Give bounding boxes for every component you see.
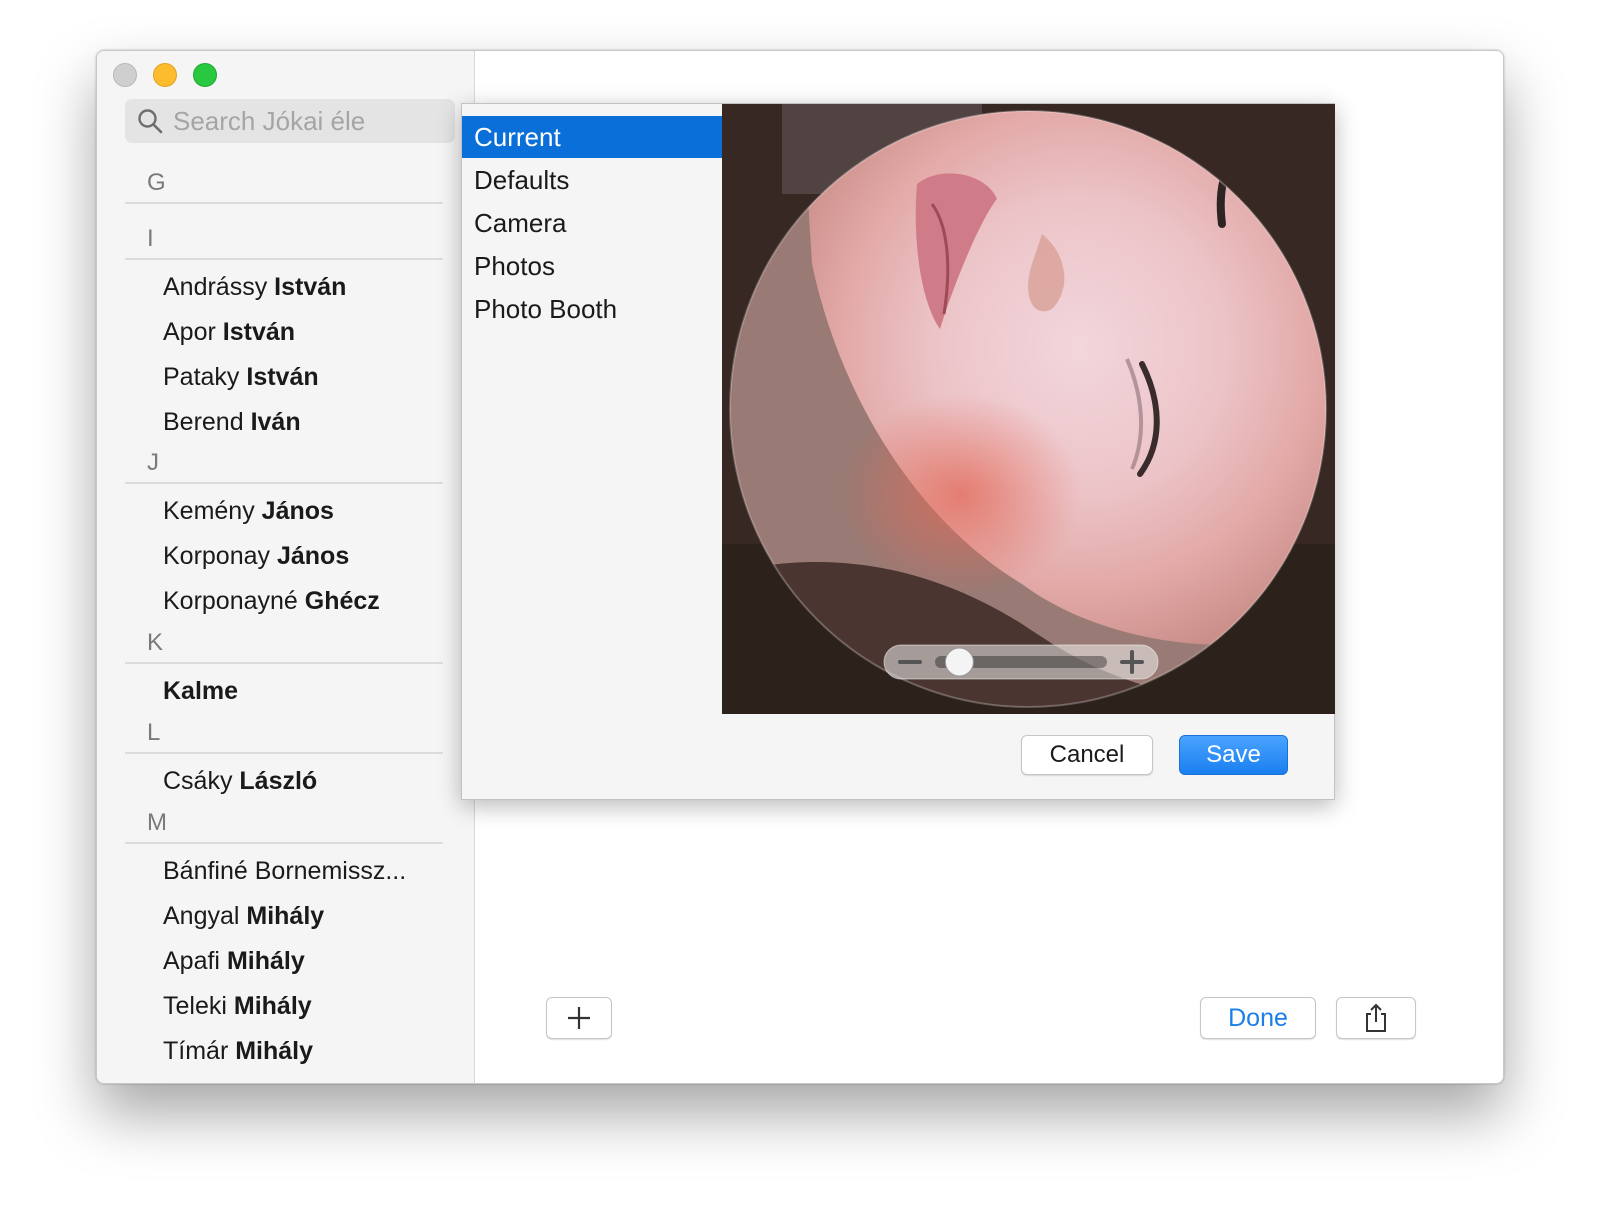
contact-last-name: István — [246, 363, 319, 391]
section-header-l: L — [125, 714, 443, 754]
contacts-sidebar: GIAndrássy IstvánApor IstvánPataky Istvá… — [97, 51, 475, 1083]
contact-row[interactable]: Apafi Mihály — [163, 944, 305, 978]
section-header-k: K — [125, 624, 443, 664]
contact-last-name: István — [274, 273, 347, 301]
photo-source-defaults[interactable]: Defaults — [462, 159, 722, 201]
contact-last-name: Ghécz — [304, 587, 380, 615]
save-button-label: Save — [1206, 741, 1261, 768]
contact-last-name: János — [276, 542, 350, 570]
cancel-button[interactable]: Cancel — [1021, 735, 1153, 775]
contact-first-name: Apor — [163, 318, 223, 346]
done-button-label: Done — [1228, 1003, 1288, 1032]
photo-source-camera[interactable]: Camera — [462, 202, 722, 244]
photo-source-photo-booth[interactable]: Photo Booth — [462, 288, 722, 330]
contact-first-name: Berend — [163, 408, 251, 436]
contact-row[interactable]: Teleki Mihály — [163, 989, 312, 1023]
contact-first-name: Teleki — [163, 992, 234, 1020]
contact-first-name: Kemény — [163, 497, 262, 525]
search-input[interactable] — [173, 105, 433, 137]
add-field-button[interactable] — [546, 997, 612, 1039]
contact-first-name: Angyal — [163, 902, 247, 930]
contact-last-name: Mihály — [226, 947, 305, 975]
contact-last-name: János — [261, 497, 334, 525]
share-button[interactable] — [1336, 997, 1416, 1039]
contact-row[interactable]: Kemény János — [163, 494, 334, 528]
contact-last-name: István — [222, 318, 296, 346]
close-window-button[interactable] — [113, 63, 137, 87]
contact-last-name: Mihály — [233, 992, 312, 1020]
contact-last-name: Mihály — [246, 902, 325, 930]
contact-first-name: Korponay — [163, 542, 277, 570]
contact-last-name: Mihály — [235, 1037, 314, 1065]
contact-first-name: Apafi — [163, 947, 227, 975]
contact-last-name: László — [239, 767, 318, 795]
section-header-i: I — [125, 220, 443, 260]
photo-source-list: Current Defaults Camera Photos Photo Booth — [462, 104, 722, 714]
contact-row[interactable]: Bánfiné Bornemissz... — [163, 854, 406, 888]
search-field[interactable] — [125, 99, 455, 143]
section-header-j: J — [125, 444, 443, 484]
photo-source-photos[interactable]: Photos — [462, 245, 722, 287]
contact-last-name: Iván — [250, 408, 301, 436]
section-header-m: M — [125, 804, 443, 844]
contact-row[interactable]: Korponayné Ghécz — [163, 584, 380, 618]
zoom-slider-knob[interactable] — [944, 647, 974, 677]
save-button[interactable]: Save — [1179, 735, 1288, 775]
contact-first-name: Pataky — [163, 363, 247, 391]
zoom-window-button[interactable] — [193, 63, 217, 87]
photo-crop-area[interactable] — [722, 104, 1335, 714]
contact-first-name: Csáky — [163, 767, 240, 795]
contact-first-name: Andrássy — [163, 273, 275, 301]
cancel-button-label: Cancel — [1049, 741, 1125, 768]
contact-row[interactable]: Andrássy István — [163, 270, 346, 304]
contact-first-name: Korponayné — [163, 587, 305, 615]
done-button[interactable]: Done — [1200, 997, 1316, 1039]
minimize-window-button[interactable] — [153, 63, 177, 87]
contact-first-name: Bánfiné Bornemissz... — [163, 857, 407, 885]
contact-first-name: Tímár — [163, 1037, 236, 1065]
contact-row[interactable]: Kalme — [163, 674, 238, 708]
photo-source-current[interactable]: Current — [462, 116, 722, 158]
contact-row[interactable]: Csáky László — [163, 764, 317, 798]
contact-row[interactable]: Apor István — [163, 315, 295, 349]
contact-row[interactable]: Tímár Mihály — [163, 1034, 313, 1068]
contact-last-name: Kalme — [163, 677, 239, 705]
zoom-slider[interactable] — [883, 644, 1159, 680]
search-icon — [138, 109, 163, 134]
contact-row[interactable]: Berend Iván — [163, 405, 301, 439]
section-header-g: G — [125, 164, 443, 204]
photo-picker-popover: Current Defaults Camera Photos Photo Booth — [461, 103, 1335, 800]
contact-row[interactable]: Pataky István — [163, 360, 319, 394]
contacts-window: GIAndrássy IstvánApor IstvánPataky Istvá… — [96, 50, 1504, 1084]
contact-row[interactable]: Angyal Mihály — [163, 899, 324, 933]
contact-row[interactable]: Korponay János — [163, 539, 349, 573]
share-icon — [1366, 1003, 1386, 1032]
plus-icon — [568, 1007, 590, 1029]
